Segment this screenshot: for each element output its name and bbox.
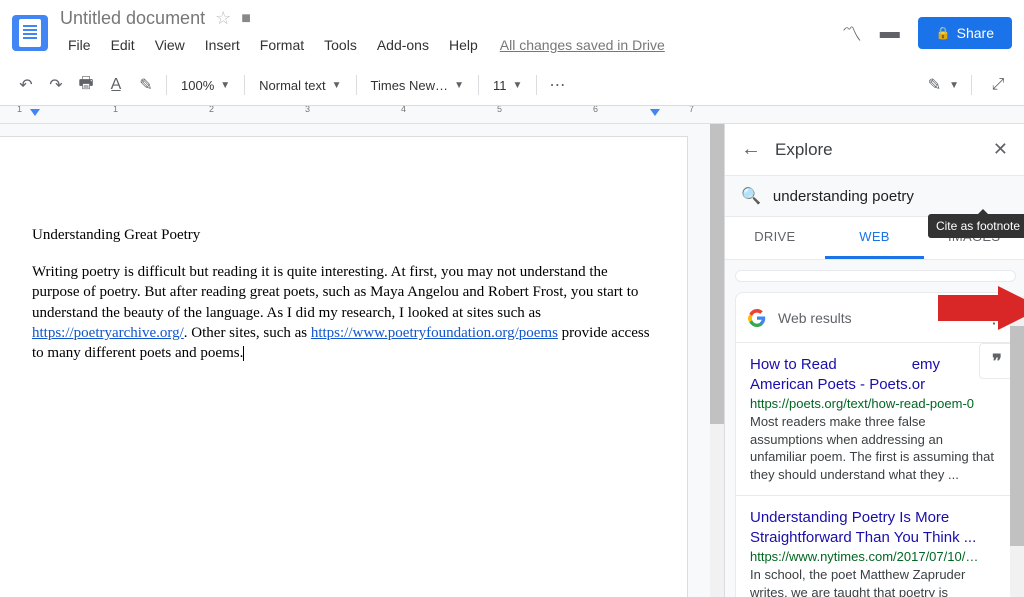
result-item-1[interactable]: How to Readxxxxxxxxxxemy American Poets …	[736, 342, 1015, 495]
menu-view[interactable]: View	[147, 33, 193, 57]
tab-drive[interactable]: DRIVE	[725, 217, 825, 259]
font-dropdown[interactable]: Times New…▼	[363, 74, 472, 97]
paint-format-icon[interactable]: ✎	[132, 71, 160, 99]
document-area[interactable]: Understanding Great Poetry Writing poetr…	[0, 124, 724, 597]
fontsize-dropdown[interactable]: 11▼	[485, 74, 530, 97]
page[interactable]: Understanding Great Poetry Writing poetr…	[0, 136, 688, 597]
right-indent-marker[interactable]	[650, 109, 660, 116]
result-title-2[interactable]: Understanding Poetry Is More Straightfor…	[750, 508, 1001, 547]
toolbar: ↶ ↷ 🖶 A̲ ✎ 100%▼ Normal text▼ Times New……	[0, 65, 1024, 106]
explore-title: Explore	[775, 140, 979, 160]
web-results-card: Web results ⋮ ❞ How to Readxxxxxxxxxxemy…	[735, 292, 1016, 597]
cite-tooltip: Cite as footnote	[928, 214, 1024, 238]
explore-panel: ← Explore ✕ 🔍 DRIVE WEB IMAGES Web resul…	[724, 124, 1024, 597]
doc-paragraph[interactable]: Writing poetry is difficult but reading …	[32, 262, 655, 363]
print-icon[interactable]: 🖶	[72, 71, 100, 99]
result-item-2[interactable]: Understanding Poetry Is More Straightfor…	[736, 495, 1015, 597]
hint-card[interactable]	[735, 270, 1016, 282]
lock-icon: 🔒	[936, 26, 951, 40]
share-label: Share	[957, 25, 994, 41]
search-input[interactable]	[773, 188, 1008, 205]
redo-icon[interactable]: ↷	[42, 71, 70, 99]
activity-icon[interactable]: 〽	[842, 18, 862, 47]
result-snippet-2: In school, the poet Matthew Zapruder wri…	[750, 566, 1001, 597]
explore-scrollbar[interactable]	[1010, 296, 1024, 597]
menu-insert[interactable]: Insert	[197, 33, 248, 57]
menu-addons[interactable]: Add-ons	[369, 33, 437, 57]
result-snippet-1: Most readers make three false assumption…	[750, 413, 1001, 483]
star-icon[interactable]: ☆	[215, 8, 231, 29]
edit-mode-arrow[interactable]: ▼	[949, 80, 959, 91]
result-title-1[interactable]: How to Readxxxxxxxxxxemy American Poets …	[750, 355, 1001, 394]
app-header: Untitled document ☆ ■ File Edit View Ins…	[0, 0, 1024, 65]
menu-tools[interactable]: Tools	[316, 33, 365, 57]
link-poetryarchive[interactable]: https://poetryarchive.org/	[32, 325, 184, 341]
save-status[interactable]: All changes saved in Drive	[500, 37, 665, 53]
ruler[interactable]: 1 1 2 3 4 5 6 7	[0, 106, 1024, 124]
tab-web[interactable]: WEB	[825, 217, 925, 259]
menu-edit[interactable]: Edit	[103, 33, 143, 57]
spellcheck-icon[interactable]: A̲	[102, 71, 130, 99]
search-icon: 🔍	[741, 186, 761, 206]
back-icon[interactable]: ←	[741, 138, 761, 161]
left-indent-marker[interactable]	[30, 109, 40, 116]
edit-mode-icon[interactable]: ✎	[928, 75, 941, 95]
link-poetryfoundation[interactable]: https://www.poetryfoundation.org/poems	[311, 325, 558, 341]
google-logo-icon	[748, 309, 766, 327]
close-icon[interactable]: ✕	[993, 139, 1008, 160]
result-url-1: https://poets.org/text/how-read-poem-0	[750, 396, 1001, 411]
text-cursor	[243, 346, 244, 361]
folder-icon[interactable]: ■	[241, 10, 251, 28]
menu-file[interactable]: File	[60, 33, 99, 57]
menu-help[interactable]: Help	[441, 33, 486, 57]
menu-format[interactable]: Format	[252, 33, 312, 57]
result-url-2: https://www.nytimes.com/2017/07/10/…	[750, 549, 1001, 564]
undo-icon[interactable]: ↶	[12, 71, 40, 99]
comments-icon[interactable]: ▬	[880, 21, 900, 44]
style-dropdown[interactable]: Normal text▼	[251, 74, 349, 97]
menu-bar: File Edit View Insert Format Tools Add-o…	[60, 33, 842, 57]
zoom-dropdown[interactable]: 100%▼	[173, 74, 238, 97]
document-title[interactable]: Untitled document	[60, 8, 205, 29]
share-button[interactable]: 🔒 Share	[918, 17, 1012, 49]
expand-icon[interactable]: ⤢	[984, 71, 1012, 99]
more-icon[interactable]: ⋯	[543, 71, 571, 99]
docs-logo[interactable]	[12, 15, 48, 51]
doc-heading[interactable]: Understanding Great Poetry	[32, 227, 655, 244]
doc-scrollbar[interactable]	[710, 124, 724, 597]
